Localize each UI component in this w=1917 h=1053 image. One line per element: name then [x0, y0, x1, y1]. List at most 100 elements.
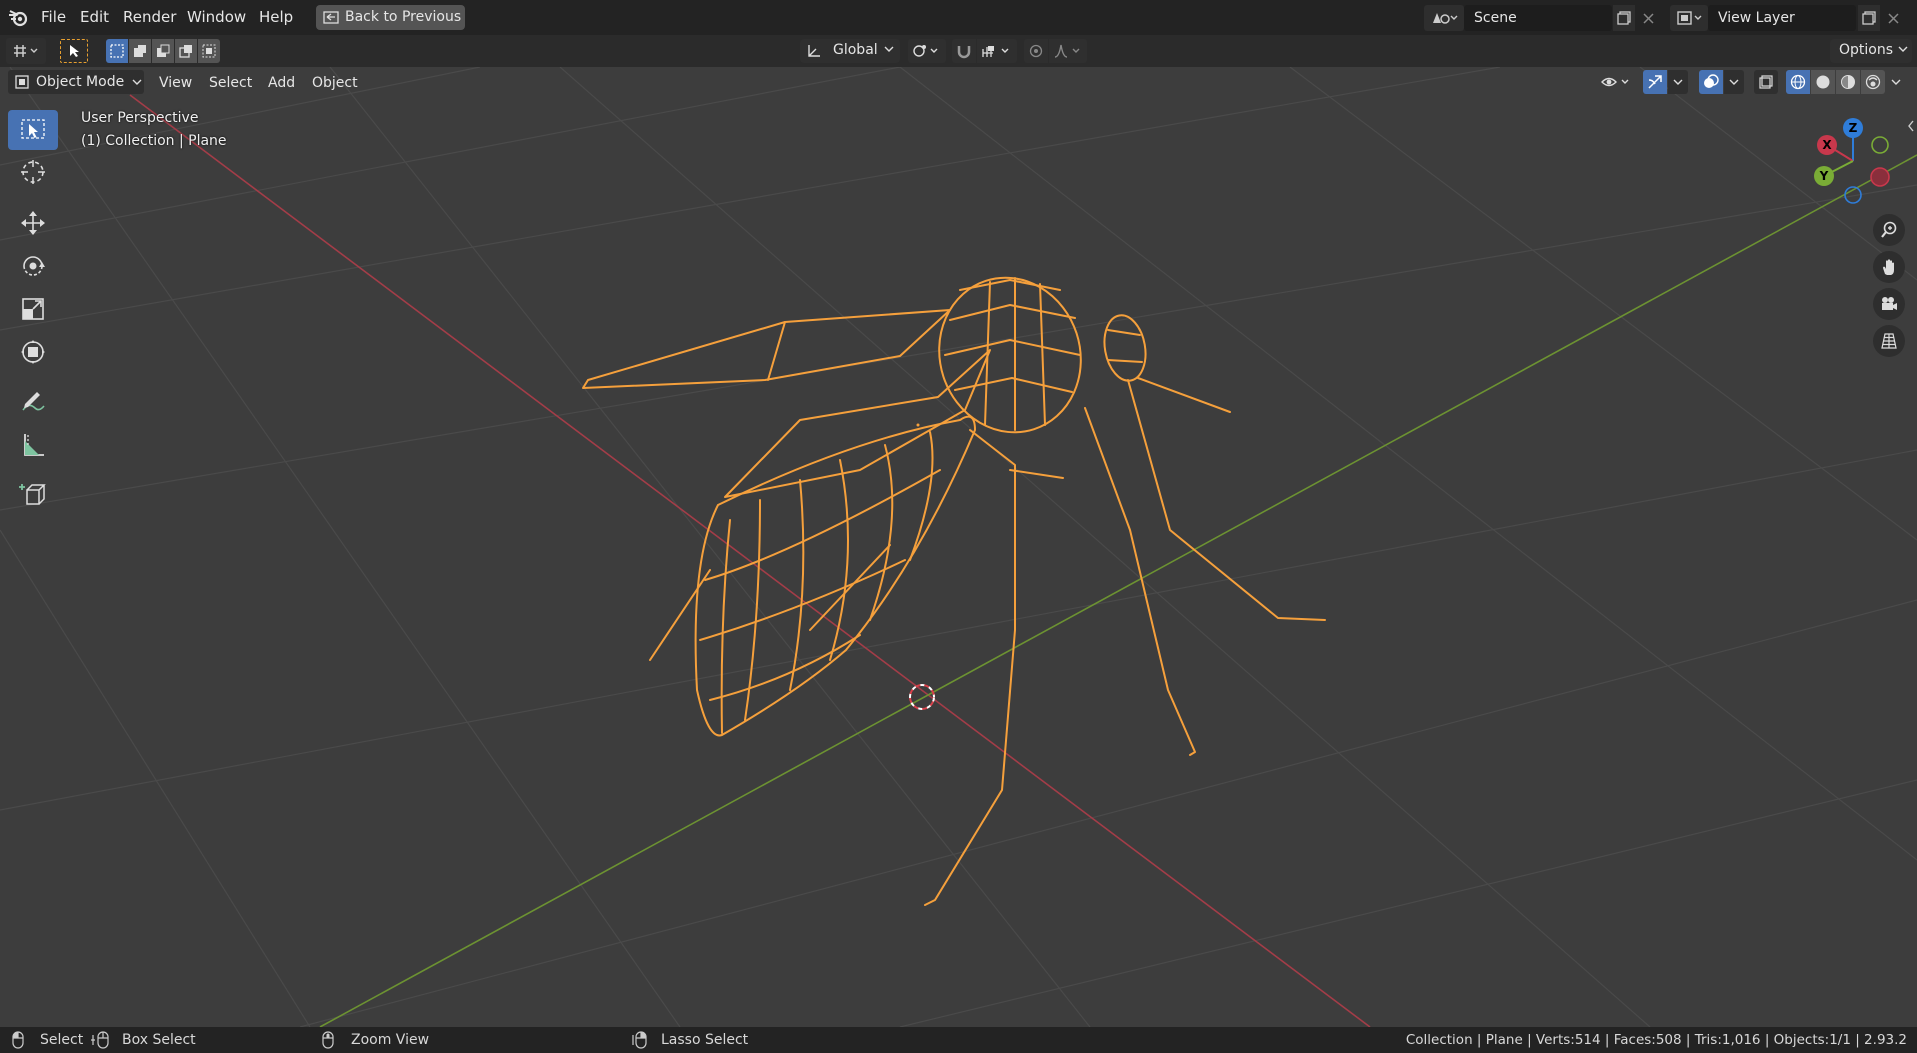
top-bar: File Edit Render Window Help Back to Pre… — [0, 0, 1917, 35]
mouse-left-icon — [12, 1031, 24, 1049]
selection-mode-intersect-icon[interactable] — [198, 39, 220, 63]
back-icon — [323, 11, 339, 24]
selection-mode-extend-icon[interactable] — [129, 39, 151, 63]
shading-wireframe-icon[interactable] — [1786, 70, 1810, 94]
shading-options-icon[interactable] — [1886, 70, 1906, 94]
transform-orientation-dropdown[interactable]: Global — [800, 39, 900, 63]
status-select-label: Select — [40, 1032, 84, 1048]
rotate-icon — [19, 252, 47, 280]
scene-field[interactable]: Scene — [1464, 5, 1612, 31]
status-bar: Select Box Select Zoom View Lasso Select… — [0, 1027, 1917, 1053]
orientation-label: Global — [833, 42, 878, 58]
orientation-icon — [806, 43, 822, 59]
select-box-icon — [19, 116, 47, 144]
measure-ruler-icon — [19, 431, 47, 459]
ortho-perspective-toggle-icon[interactable] — [1873, 325, 1905, 357]
sidebar-toggle-icon[interactable] — [1906, 118, 1916, 134]
object-mode-icon — [14, 74, 30, 90]
cursor-crosshair-icon — [19, 158, 47, 186]
menu-file[interactable]: File — [41, 0, 66, 35]
view-layer-field[interactable]: View Layer — [1708, 5, 1856, 31]
editor-type-icon[interactable] — [6, 38, 46, 64]
overlays-toggle-icon[interactable] — [1699, 70, 1723, 94]
back-to-previous-button[interactable]: Back to Previous — [316, 5, 465, 30]
gizmo-y-axis[interactable]: Y — [1814, 166, 1834, 186]
snap-toggle-icon[interactable] — [952, 39, 976, 63]
y-axis-line — [319, 154, 1917, 1027]
object-mode-label: Object Mode — [36, 74, 125, 90]
menu-edit[interactable]: Edit — [80, 0, 109, 35]
menu-help[interactable]: Help — [259, 0, 293, 35]
scene-statistics: Collection | Plane | Verts:514 | Faces:5… — [1405, 1032, 1907, 1048]
select-tool-active-icon[interactable] — [60, 39, 88, 63]
header-menu-add[interactable]: Add — [262, 72, 301, 94]
gizmo-options-icon[interactable] — [1668, 70, 1688, 94]
options-label: Options — [1839, 42, 1894, 58]
menu-window[interactable]: Window — [187, 0, 246, 35]
tool-measure[interactable] — [8, 425, 58, 465]
visibility-icon[interactable] — [1597, 70, 1635, 94]
options-button[interactable]: Options — [1830, 39, 1912, 63]
shading-solid-icon[interactable] — [1811, 70, 1835, 94]
move-arrows-icon — [19, 209, 47, 237]
delete-scene-icon[interactable] — [1637, 5, 1659, 31]
menu-render[interactable]: Render — [123, 0, 176, 35]
transform-icon — [19, 338, 47, 366]
tool-add-cube[interactable] — [8, 474, 58, 514]
snap-target-icon[interactable] — [977, 39, 1017, 63]
chevron-down-icon — [1898, 44, 1908, 54]
status-zoom-view-label: Zoom View — [351, 1032, 430, 1048]
new-scene-icon[interactable] — [1613, 5, 1635, 31]
camera-view-icon[interactable] — [1873, 288, 1905, 320]
tool-scale[interactable] — [8, 289, 58, 329]
new-view-layer-icon[interactable] — [1858, 5, 1880, 31]
tool-annotate[interactable] — [8, 382, 58, 422]
active-collection-label: (1) Collection | Plane — [81, 133, 227, 149]
tool-move[interactable] — [8, 203, 58, 243]
overlays-options-icon[interactable] — [1724, 70, 1744, 94]
zoom-view-icon[interactable] — [1873, 214, 1905, 246]
status-lasso-select-label: Lasso Select — [661, 1032, 749, 1048]
add-cube-icon — [19, 480, 47, 508]
mouse-drag-icon — [91, 1031, 111, 1049]
scale-icon — [19, 295, 47, 323]
mouse-right-icon — [632, 1031, 648, 1049]
chevron-down-icon — [132, 77, 142, 87]
tool-transform[interactable] — [8, 332, 58, 372]
annotate-pencil-icon — [19, 388, 47, 416]
chevron-down-icon — [884, 44, 894, 54]
tool-rotate[interactable] — [8, 246, 58, 286]
gizmo-x-axis[interactable]: X — [1817, 135, 1837, 155]
grid-lines — [0, 67, 1917, 1027]
back-to-previous-label: Back to Previous — [345, 9, 462, 25]
tool-select-box[interactable] — [8, 110, 58, 150]
gizmo-toggle-icon[interactable] — [1643, 70, 1667, 94]
view-layer-icon[interactable] — [1670, 5, 1708, 31]
viewport-canvas[interactable] — [0, 67, 1917, 1027]
header-menu-object[interactable]: Object — [306, 72, 364, 94]
shading-rendered-icon[interactable] — [1861, 70, 1885, 94]
header-menu-view[interactable]: View — [153, 72, 198, 94]
status-box-select-label: Box Select — [122, 1032, 196, 1048]
selection-mode-new-icon[interactable] — [106, 39, 128, 63]
header-menu-select[interactable]: Select — [203, 72, 258, 94]
pan-view-hand-icon[interactable] — [1873, 251, 1905, 283]
scene-type-icon[interactable] — [1424, 5, 1464, 31]
mouse-middle-icon — [322, 1031, 334, 1049]
xray-toggle-icon[interactable] — [1754, 70, 1778, 94]
blender-logo-icon[interactable] — [6, 6, 30, 30]
tool-settings-bar: Global Options — [0, 35, 1917, 67]
shading-material-icon[interactable] — [1836, 70, 1860, 94]
falloff-icon[interactable] — [1049, 39, 1087, 63]
proportional-edit-icon[interactable] — [1024, 39, 1048, 63]
object-mode-dropdown[interactable]: Object Mode — [8, 70, 144, 94]
gizmo-z-axis[interactable]: Z — [1843, 118, 1863, 138]
navigation-gizmo[interactable]: Z X Y — [1805, 115, 1905, 207]
tool-cursor[interactable] — [8, 152, 58, 192]
selection-mode-subtract-icon[interactable] — [152, 39, 174, 63]
pivot-point-icon[interactable] — [908, 39, 946, 63]
3d-viewport[interactable] — [0, 67, 1917, 1027]
selection-mode-difference-icon[interactable] — [175, 39, 197, 63]
delete-view-layer-icon[interactable] — [1882, 5, 1904, 31]
view-perspective-label: User Perspective — [81, 110, 199, 126]
